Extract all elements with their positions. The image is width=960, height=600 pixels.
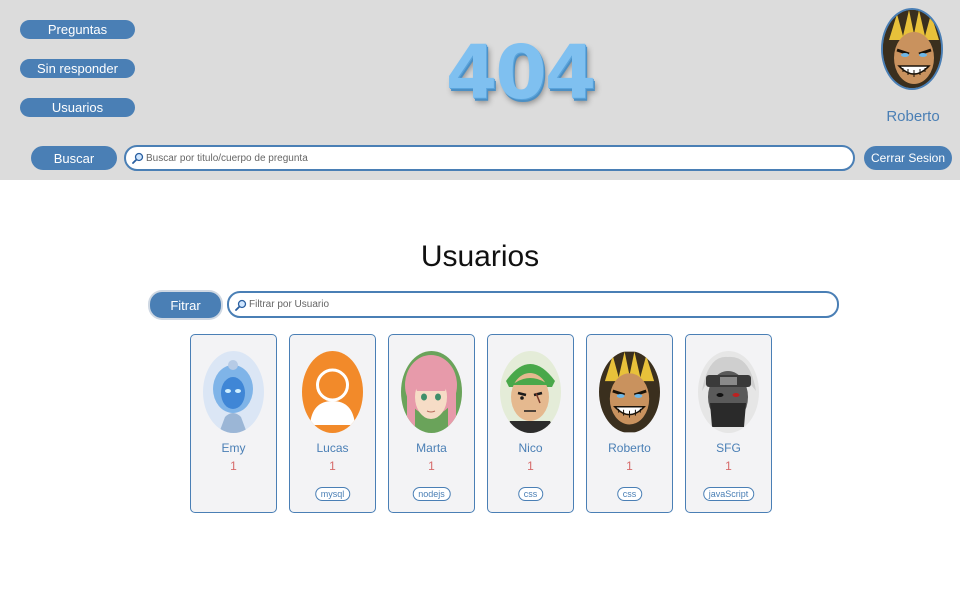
search-input[interactable] (144, 152, 853, 164)
user-count: 1 (527, 459, 534, 473)
nav-preguntas-button[interactable]: Preguntas (20, 20, 135, 39)
filter-input[interactable] (247, 299, 837, 310)
filter-button[interactable]: Fitrar (150, 292, 221, 318)
user-card[interactable]: Roberto 1 css (586, 334, 673, 513)
nav-usuarios-button[interactable]: Usuarios (20, 98, 135, 117)
grinning-hero-avatar-icon (599, 351, 660, 433)
avatar[interactable] (698, 351, 759, 433)
user-name[interactable]: Emy (191, 441, 276, 455)
search-button[interactable]: Buscar (31, 146, 117, 170)
default-person-avatar-icon (302, 351, 363, 433)
avatar[interactable] (203, 351, 264, 433)
top-header: Preguntas Sin responder Usuarios 404 Rob… (0, 0, 960, 180)
search-icon (132, 152, 144, 164)
green-hair-swordsman-avatar-icon (500, 351, 561, 433)
header-search-box (124, 145, 855, 171)
user-count: 1 (230, 459, 237, 473)
user-card[interactable]: Nico 1 css (487, 334, 574, 513)
user-card[interactable]: Lucas 1 mysql (289, 334, 376, 513)
avatar[interactable] (302, 351, 363, 433)
user-card[interactable]: Marta 1 nodejs (388, 334, 475, 513)
filter-search-box (227, 291, 839, 318)
avatar[interactable] (599, 351, 660, 433)
user-card-list: Emy 1 Lucas 1 mysql Marta 1 nodejs Nico … (190, 334, 772, 513)
masked-ninja-avatar-icon (698, 351, 759, 433)
user-count: 1 (725, 459, 732, 473)
grinning-hero-avatar-icon (883, 10, 941, 88)
user-tag[interactable]: mysql (314, 487, 351, 501)
user-tag[interactable]: css (616, 487, 643, 501)
user-tag[interactable]: javaScript (702, 487, 755, 501)
user-card[interactable]: Emy 1 (190, 334, 277, 513)
robot-girl-avatar-icon (203, 351, 264, 433)
user-count: 1 (329, 459, 336, 473)
user-tag[interactable]: nodejs (412, 487, 451, 501)
user-count: 1 (428, 459, 435, 473)
search-icon (235, 299, 247, 311)
logo-404[interactable]: 404 (440, 28, 600, 118)
pink-hair-girl-avatar-icon (401, 351, 462, 433)
avatar[interactable] (401, 351, 462, 433)
profile-name: Roberto (886, 108, 940, 125)
page-title: Usuarios (420, 240, 540, 273)
profile-avatar[interactable] (881, 8, 943, 90)
user-name[interactable]: Nico (488, 441, 573, 455)
user-tag[interactable]: css (517, 487, 544, 501)
user-count: 1 (626, 459, 633, 473)
avatar[interactable] (500, 351, 561, 433)
nav-sin-responder-button[interactable]: Sin responder (20, 59, 135, 78)
user-card[interactable]: SFG 1 javaScript (685, 334, 772, 513)
user-name[interactable]: Roberto (587, 441, 672, 455)
user-name[interactable]: Marta (389, 441, 474, 455)
user-name[interactable]: SFG (686, 441, 771, 455)
logout-button[interactable]: Cerrar Sesion (864, 146, 952, 170)
user-name[interactable]: Lucas (290, 441, 375, 455)
